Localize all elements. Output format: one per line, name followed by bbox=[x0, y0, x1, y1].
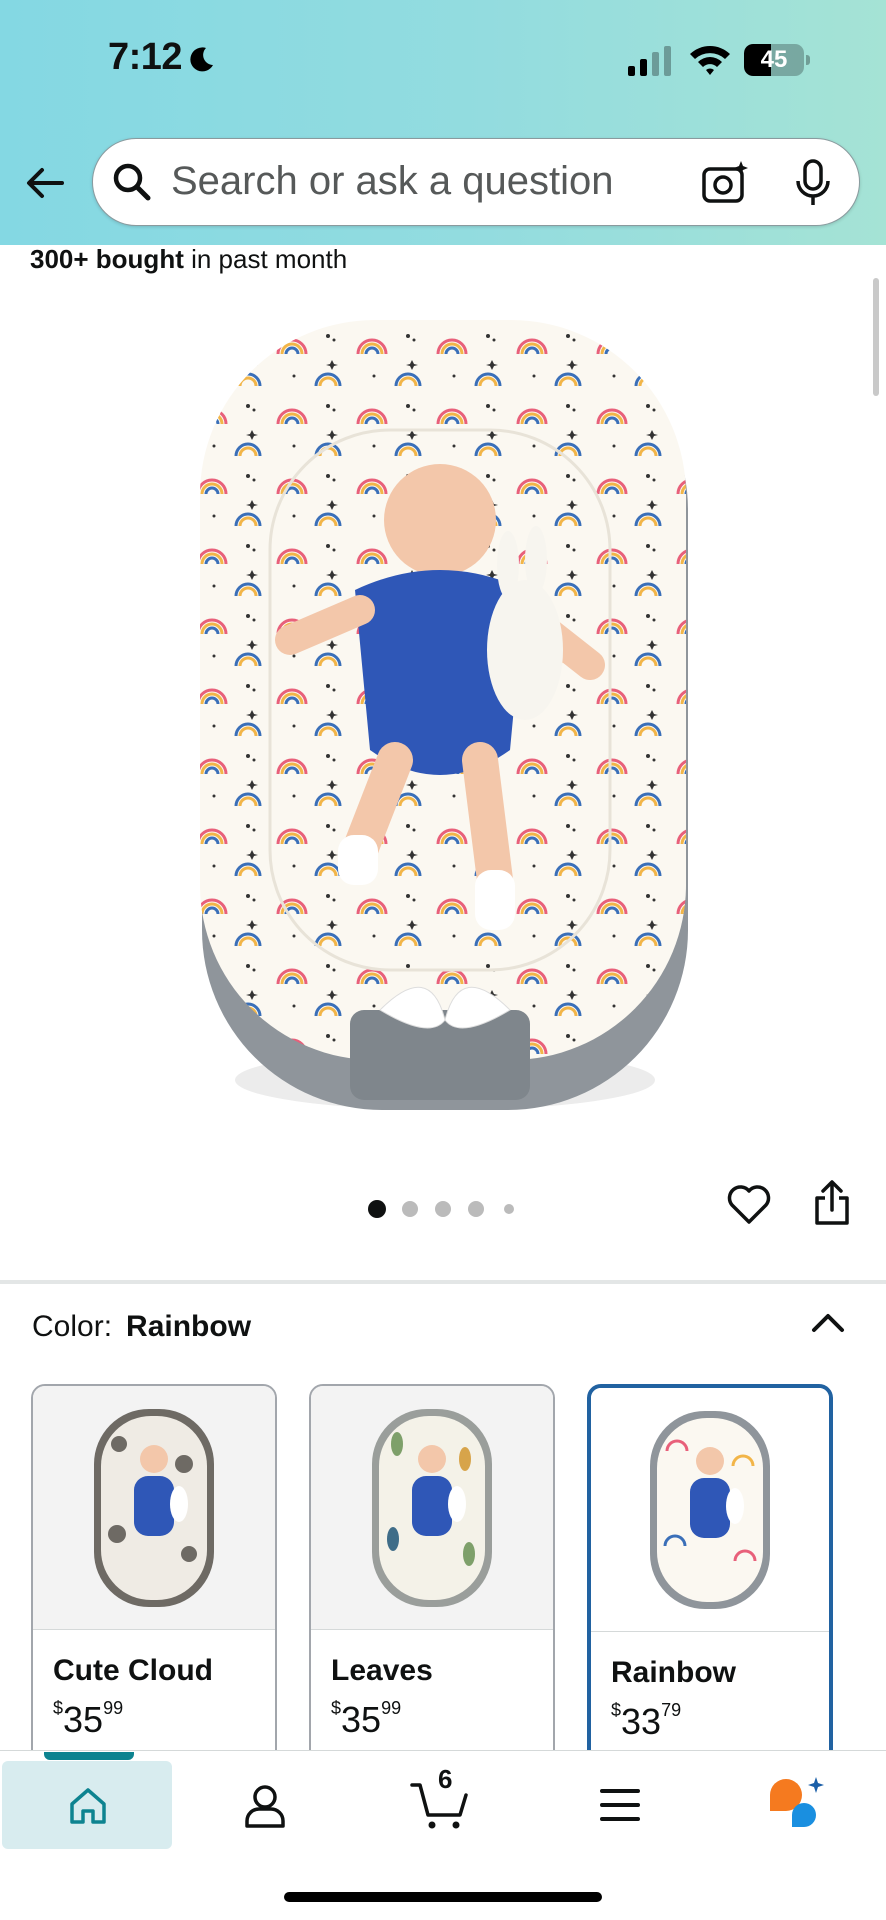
tab-rufus-assistant[interactable] bbox=[714, 1751, 884, 1847]
carousel-dot[interactable] bbox=[468, 1201, 484, 1217]
account-icon bbox=[245, 1785, 285, 1828]
battery-indicator: 45 bbox=[744, 44, 810, 78]
share-icon[interactable] bbox=[814, 1180, 850, 1226]
product-image[interactable] bbox=[190, 320, 700, 1120]
section-divider bbox=[0, 1280, 886, 1284]
swatch-price: $3599 bbox=[331, 1698, 402, 1740]
color-option-leaves[interactable]: Leaves $3599 bbox=[309, 1384, 555, 1764]
carousel-dot[interactable] bbox=[504, 1204, 514, 1214]
cart-count-badge: 6 bbox=[438, 1764, 453, 1794]
swatch-price: $3599 bbox=[53, 1698, 124, 1740]
carousel-dot[interactable] bbox=[402, 1201, 418, 1217]
chevron-up-icon[interactable] bbox=[810, 1310, 846, 1336]
color-label: Color: bbox=[32, 1310, 113, 1343]
wifi-icon bbox=[690, 46, 730, 75]
swatch-image bbox=[591, 1388, 829, 1632]
tab-menu[interactable] bbox=[536, 1751, 706, 1847]
camera-search-icon[interactable] bbox=[701, 159, 749, 207]
home-icon bbox=[70, 1788, 106, 1824]
swatch-name: Rainbow bbox=[611, 1656, 736, 1689]
color-label-row: Color: Rainbow bbox=[32, 1310, 251, 1344]
tab-account[interactable] bbox=[180, 1751, 350, 1847]
menu-icon bbox=[600, 1789, 640, 1821]
selected-color: Rainbow bbox=[126, 1310, 252, 1343]
back-arrow-icon[interactable] bbox=[22, 160, 68, 206]
swatch-image bbox=[33, 1386, 275, 1630]
color-option-cute-cloud[interactable]: Cute Cloud $3599 bbox=[31, 1384, 277, 1764]
swatch-name: Cute Cloud bbox=[53, 1654, 213, 1687]
search-input[interactable]: Search or ask a question bbox=[171, 159, 613, 204]
search-icon bbox=[113, 163, 151, 201]
color-option-rainbow[interactable]: Rainbow $3379 bbox=[587, 1384, 833, 1764]
tab-home[interactable] bbox=[2, 1761, 172, 1849]
rufus-assistant-icon bbox=[770, 1777, 824, 1827]
bought-count: 300+ bought in past month bbox=[30, 244, 348, 274]
cellular-signal-icon bbox=[628, 46, 671, 76]
heart-icon[interactable] bbox=[726, 1182, 772, 1228]
home-indicator[interactable] bbox=[284, 1892, 602, 1902]
carousel-dot[interactable] bbox=[435, 1201, 451, 1217]
scrollbar[interactable] bbox=[873, 278, 879, 396]
swatch-image bbox=[311, 1386, 553, 1630]
active-tab-indicator bbox=[44, 1752, 134, 1760]
swatch-name: Leaves bbox=[331, 1654, 433, 1687]
moon-icon bbox=[190, 47, 213, 72]
battery-level: 45 bbox=[760, 46, 788, 73]
carousel-dot[interactable] bbox=[368, 1200, 386, 1218]
status-time: 7:12 bbox=[108, 36, 183, 78]
swatch-price: $3379 bbox=[611, 1700, 682, 1742]
search-bar[interactable]: Search or ask a question bbox=[92, 138, 860, 226]
microphone-icon[interactable] bbox=[793, 159, 833, 207]
